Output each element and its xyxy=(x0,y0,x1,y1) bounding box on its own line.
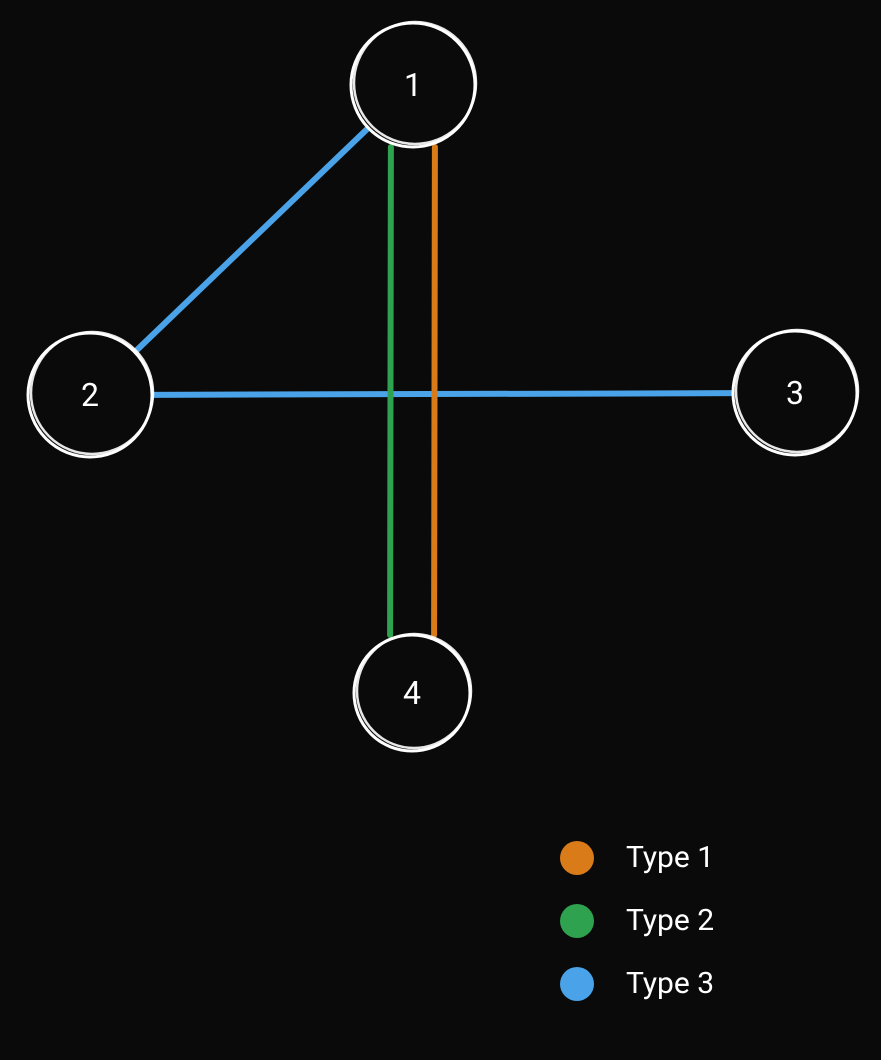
legend-item-type1: Type 1 xyxy=(560,840,714,875)
legend-dot-type3 xyxy=(560,967,594,1001)
edges-layer xyxy=(135,128,733,635)
legend-dot-type2 xyxy=(560,904,594,938)
legend: Type 1 Type 2 Type 3 xyxy=(560,840,714,1029)
legend-label-type1: Type 1 xyxy=(626,840,714,875)
node-n3 xyxy=(733,330,858,455)
edge-n1-n2-type3 xyxy=(135,128,369,352)
legend-dot-type1 xyxy=(560,841,594,875)
diagram-canvas: 1 2 3 4 Type 1 Type 2 Type 3 xyxy=(0,0,881,1060)
node-n2 xyxy=(28,332,153,457)
graph-svg xyxy=(0,0,881,1060)
nodes-layer xyxy=(28,22,858,751)
legend-label-type2: Type 2 xyxy=(626,903,714,938)
legend-label-type3: Type 3 xyxy=(626,966,714,1001)
legend-item-type2: Type 2 xyxy=(560,903,714,938)
edge-n1-n4-type1 xyxy=(434,147,435,635)
legend-item-type3: Type 3 xyxy=(560,966,714,1001)
node-n4 xyxy=(354,634,471,751)
edge-n2-n3-type3 xyxy=(152,393,733,395)
node-n1 xyxy=(351,22,476,147)
edge-n1-n4-type2 xyxy=(390,147,391,635)
